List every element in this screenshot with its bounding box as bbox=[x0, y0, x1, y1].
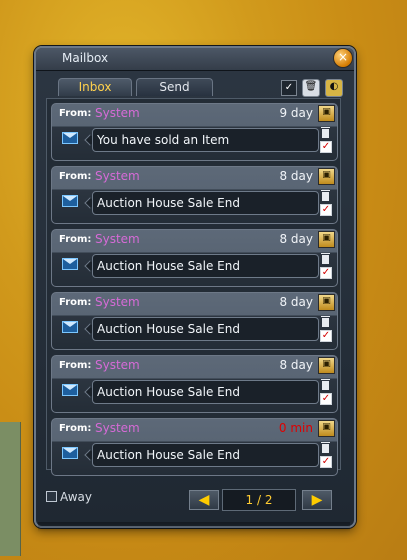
checkbox-icon[interactable]: ✓ bbox=[320, 393, 332, 405]
mail-row[interactable]: From: System 8 day ▣ Auction House Sale … bbox=[51, 355, 338, 413]
tab-inbox[interactable]: Inbox bbox=[58, 78, 132, 96]
sender-name: System bbox=[95, 421, 140, 435]
mail-row[interactable]: From: System 9 day ▣ You have sold an It… bbox=[51, 103, 338, 161]
from-label: From: bbox=[59, 360, 92, 371]
toggle-selection-icon[interactable]: ◐ bbox=[325, 79, 343, 97]
mail-row[interactable]: From: System 0 min ▣ Auction House Sale … bbox=[51, 418, 338, 476]
trash-icon[interactable] bbox=[321, 127, 330, 138]
mail-age: 8 day bbox=[279, 232, 313, 246]
mail-subject[interactable]: You have sold an Item bbox=[92, 128, 319, 152]
package-icon[interactable]: ▣ bbox=[318, 231, 335, 248]
mail-subject[interactable]: Auction House Sale End bbox=[92, 443, 319, 467]
checkbox-icon[interactable]: ✓ bbox=[320, 456, 332, 468]
checkbox-icon[interactable]: ✓ bbox=[320, 141, 332, 153]
package-icon[interactable]: ▣ bbox=[318, 168, 335, 185]
checkbox-icon[interactable]: ✓ bbox=[320, 330, 332, 342]
from-label: From: bbox=[59, 108, 92, 119]
sender-name: System bbox=[95, 295, 140, 309]
trash-icon[interactable] bbox=[321, 190, 330, 201]
package-icon[interactable]: ▣ bbox=[318, 105, 335, 122]
mail-icon bbox=[62, 384, 78, 396]
checkbox-icon[interactable]: ✓ bbox=[320, 204, 332, 216]
from-label: From: bbox=[59, 297, 92, 308]
mail-age: 8 day bbox=[279, 358, 313, 372]
package-icon[interactable]: ▣ bbox=[318, 357, 335, 374]
sender-name: System bbox=[95, 106, 140, 120]
away-checkbox[interactable] bbox=[46, 491, 57, 502]
mailbox-window: Mailbox × Inbox Send ✓ 🗑 ◐ From: System … bbox=[34, 46, 356, 528]
mail-row[interactable]: From: System 8 day ▣ Auction House Sale … bbox=[51, 166, 338, 224]
next-page-button[interactable]: ▶ bbox=[302, 490, 332, 510]
mail-subject[interactable]: Auction House Sale End bbox=[92, 254, 319, 278]
mail-subject[interactable]: Auction House Sale End bbox=[92, 317, 319, 341]
mail-row[interactable]: From: System 8 day ▣ Auction House Sale … bbox=[51, 229, 338, 287]
trash-icon[interactable] bbox=[321, 316, 330, 327]
window-title: Mailbox bbox=[62, 51, 109, 65]
previous-page-button[interactable]: ◀ bbox=[189, 490, 219, 510]
mail-age: 0 min bbox=[278, 421, 313, 435]
mail-age: 9 day bbox=[279, 106, 313, 120]
trash-icon[interactable] bbox=[321, 442, 330, 453]
from-label: From: bbox=[59, 171, 92, 182]
tab-send[interactable]: Send bbox=[136, 78, 213, 96]
package-icon[interactable]: ▣ bbox=[318, 420, 335, 437]
sender-name: System bbox=[95, 358, 140, 372]
mail-row[interactable]: From: System 8 day ▣ Auction House Sale … bbox=[51, 292, 338, 350]
away-toggle[interactable]: Away bbox=[46, 490, 92, 504]
close-icon[interactable]: × bbox=[333, 48, 353, 68]
mail-icon bbox=[62, 321, 78, 333]
trash-icon[interactable]: 🗑 bbox=[302, 79, 320, 97]
trash-icon[interactable] bbox=[321, 379, 330, 390]
sender-name: System bbox=[95, 232, 140, 246]
mail-icon bbox=[62, 447, 78, 459]
page-indicator: 1 / 2 bbox=[222, 489, 296, 511]
mail-list: From: System 9 day ▣ You have sold an It… bbox=[46, 98, 341, 476]
select-all-check-icon[interactable]: ✓ bbox=[281, 80, 297, 96]
checkbox-icon[interactable]: ✓ bbox=[320, 267, 332, 279]
sender-name: System bbox=[95, 169, 140, 183]
package-icon[interactable]: ▣ bbox=[318, 294, 335, 311]
window-shadow bbox=[38, 522, 350, 532]
mail-age: 8 day bbox=[279, 169, 313, 183]
mail-icon bbox=[62, 258, 78, 270]
side-panel bbox=[0, 422, 21, 556]
trash-icon[interactable] bbox=[321, 253, 330, 264]
mail-icon bbox=[62, 132, 78, 144]
mail-icon bbox=[62, 195, 78, 207]
from-label: From: bbox=[59, 234, 92, 245]
mail-age: 8 day bbox=[279, 295, 313, 309]
mail-subject[interactable]: Auction House Sale End bbox=[92, 380, 319, 404]
mail-subject[interactable]: Auction House Sale End bbox=[92, 191, 319, 215]
from-label: From: bbox=[59, 423, 92, 434]
away-label: Away bbox=[60, 490, 92, 504]
title-bar: Mailbox × bbox=[36, 48, 354, 71]
